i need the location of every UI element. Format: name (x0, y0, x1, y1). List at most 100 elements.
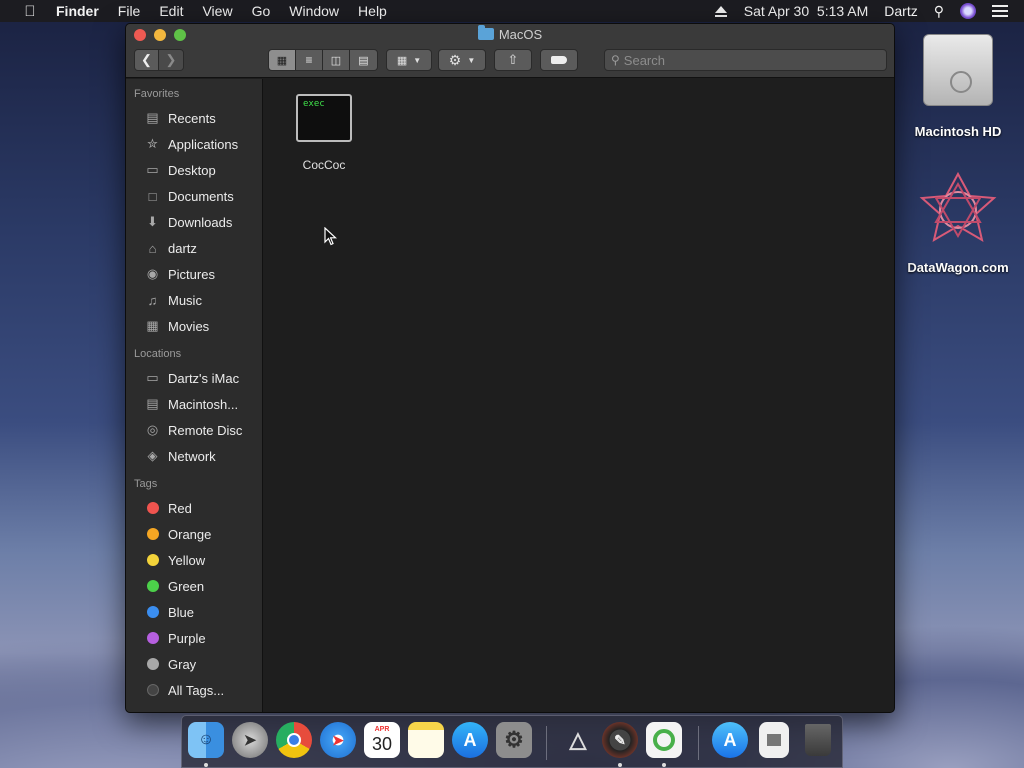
sidebar-item-all-tags[interactable]: All Tags... (126, 677, 262, 703)
grid-icon: ▦ (396, 54, 408, 67)
tag-color-dot (144, 500, 161, 516)
menu-user[interactable]: Dartz (884, 3, 917, 19)
sidebar-item-applications[interactable]: ✮ Applications (126, 131, 262, 157)
chevron-down-icon: ▼ (413, 55, 422, 65)
gear-icon: ⚙ (448, 51, 462, 68)
window-toolbar: MacOS ❮ ❯ ▦ ≡ ◫ ▤ ▦ ▼ ⚙ ▼ ⇧ ⚲ (126, 24, 894, 78)
siri-icon[interactable] (960, 3, 976, 19)
search-icon: ⚲ (611, 53, 620, 67)
menu-go[interactable]: Go (252, 3, 271, 19)
share-button[interactable]: ⇧ (494, 49, 532, 71)
compass-tool-icon: △ (569, 727, 587, 752)
sidebar-item-label: Network (168, 448, 216, 464)
sidebar-item-documents[interactable]: □ Documents (126, 183, 262, 209)
sidebar-item-tag-purple[interactable]: Purple (126, 625, 262, 651)
tag-color-dot (144, 604, 161, 620)
action-menu-button[interactable]: ⚙ ▼ (438, 49, 486, 71)
desktop-icon-macintosh-hd[interactable]: Macintosh HD (906, 34, 1010, 139)
dock-coccoc-icon[interactable] (646, 722, 682, 758)
dock-notes-icon[interactable] (408, 722, 444, 758)
sidebar-item-tag-yellow[interactable]: Yellow (126, 547, 262, 573)
running-indicator (204, 763, 208, 767)
dock: ☺ ➤ ➤ APR 30 A ⚙ △ ✎ A (181, 715, 843, 768)
dock-safari-icon[interactable]: ➤ (320, 722, 356, 758)
gear-icon: ⚙ (504, 727, 524, 752)
sidebar-item-label: Movies (168, 318, 210, 334)
apple-menu-icon[interactable]:  (20, 3, 40, 20)
sidebar: Favorites ▤ Recents ✮ Applications ▭ Deskto… (126, 79, 263, 712)
search-field[interactable]: ⚲ (604, 49, 887, 71)
sidebar-item-tag-orange[interactable]: Orange (126, 521, 262, 547)
exec-icon-label: exec (303, 99, 325, 109)
dock-instruments-icon[interactable]: ✎ (602, 722, 638, 758)
applications-icon: ✮ (147, 136, 158, 151)
sidebar-item-label: Gray (168, 656, 197, 672)
calendar-month: APR (374, 726, 390, 733)
sidebar-item-label: Red (168, 500, 192, 516)
gallery-view-button[interactable]: ▤ (350, 50, 377, 70)
sidebar-item-imac[interactable]: ▭ Dartz's iMac (126, 365, 262, 391)
spotlight-search-icon[interactable]: ⚲ (934, 3, 944, 20)
chevron-left-icon: ❮ (141, 52, 152, 67)
sidebar-item-macintosh-hd[interactable]: ▤ Macintosh... (126, 391, 262, 417)
sidebar-item-home[interactable]: ⌂ dartz (126, 235, 262, 261)
documents-icon: □ (148, 188, 157, 204)
search-input[interactable] (623, 52, 874, 68)
sidebar-item-label: Desktop (168, 162, 216, 178)
disc-icon: ◎ (146, 422, 159, 437)
dock-system-preferences-icon[interactable]: ⚙ (496, 722, 532, 758)
menu-clock[interactable]: Sat Apr 30 5:13 AM (744, 3, 869, 19)
menu-app-name[interactable]: Finder (56, 3, 99, 19)
dock-chrome-icon[interactable] (276, 722, 312, 758)
menu-edit[interactable]: Edit (159, 3, 183, 19)
sidebar-item-label: Purple (168, 630, 206, 646)
sidebar-item-pictures[interactable]: ◉ Pictures (126, 261, 262, 287)
file-name: CocCoc (302, 158, 346, 172)
sidebar-item-desktop[interactable]: ▭ Desktop (126, 157, 262, 183)
sidebar-item-tag-green[interactable]: Green (126, 573, 262, 599)
sidebar-item-recents[interactable]: ▤ Recents (126, 105, 262, 131)
sidebar-item-movies[interactable]: ▦ Movies (126, 313, 262, 339)
eject-icon[interactable] (714, 5, 728, 17)
dock-document-icon[interactable] (759, 722, 789, 758)
sidebar-item-remote-disc[interactable]: ◎ Remote Disc (126, 417, 262, 443)
list-view-button[interactable]: ≡ (296, 50, 323, 70)
tag-color-dot (144, 526, 161, 542)
sidebar-item-network[interactable]: ◈ Network (126, 443, 262, 469)
column-view-button[interactable]: ◫ (323, 50, 350, 70)
sidebar-item-tag-gray[interactable]: Gray (126, 651, 262, 677)
camera-icon: ◉ (146, 266, 159, 281)
dock-calendar-icon[interactable]: APR 30 (364, 722, 400, 758)
dock-utility-icon[interactable]: △ (560, 722, 596, 758)
mouse-cursor-icon (324, 227, 338, 246)
dock-trash-icon[interactable] (800, 722, 836, 758)
dock-launchpad-icon[interactable]: ➤ (232, 722, 268, 758)
menu-help[interactable]: Help (358, 3, 387, 19)
sidebar-item-music[interactable]: ♫ Music (126, 287, 262, 313)
sidebar-item-tag-blue[interactable]: Blue (126, 599, 262, 625)
icon-view-button[interactable]: ▦ (269, 50, 296, 70)
menu-file[interactable]: File (118, 3, 141, 19)
desktop-icon: ▭ (146, 162, 159, 177)
file-item[interactable]: exec CocCoc (294, 94, 354, 172)
sidebar-item-downloads[interactable]: ⬇ Downloads (126, 209, 262, 235)
back-button[interactable]: ❮ (135, 50, 159, 70)
list-icon: ≡ (305, 53, 313, 67)
notification-center-icon[interactable] (992, 2, 1008, 20)
desktop-icon-datawagon[interactable]: DataWagon.com (900, 170, 1016, 275)
dock-downloads-app-store-icon[interactable]: A (712, 722, 748, 758)
dock-finder-icon[interactable]: ☺ (188, 722, 224, 758)
dock-app-store-icon[interactable]: A (452, 722, 488, 758)
file-browser-content[interactable]: exec CocCoc (263, 79, 894, 712)
forward-button[interactable]: ❯ (159, 50, 183, 70)
film-icon: ▦ (146, 318, 159, 333)
tags-button[interactable] (540, 49, 578, 71)
finder-window: MacOS ❮ ❯ ▦ ≡ ◫ ▤ ▦ ▼ ⚙ ▼ ⇧ ⚲ Search Fav… (125, 23, 895, 713)
group-by-button[interactable]: ▦ ▼ (386, 49, 432, 71)
menu-view[interactable]: View (202, 3, 232, 19)
sidebar-item-tag-red[interactable]: Red (126, 495, 262, 521)
folder-icon (477, 25, 494, 40)
view-mode-selector: ▦ ≡ ◫ ▤ (268, 49, 378, 71)
sidebar-item-label: Pictures (168, 266, 215, 282)
menu-window[interactable]: Window (289, 3, 339, 19)
